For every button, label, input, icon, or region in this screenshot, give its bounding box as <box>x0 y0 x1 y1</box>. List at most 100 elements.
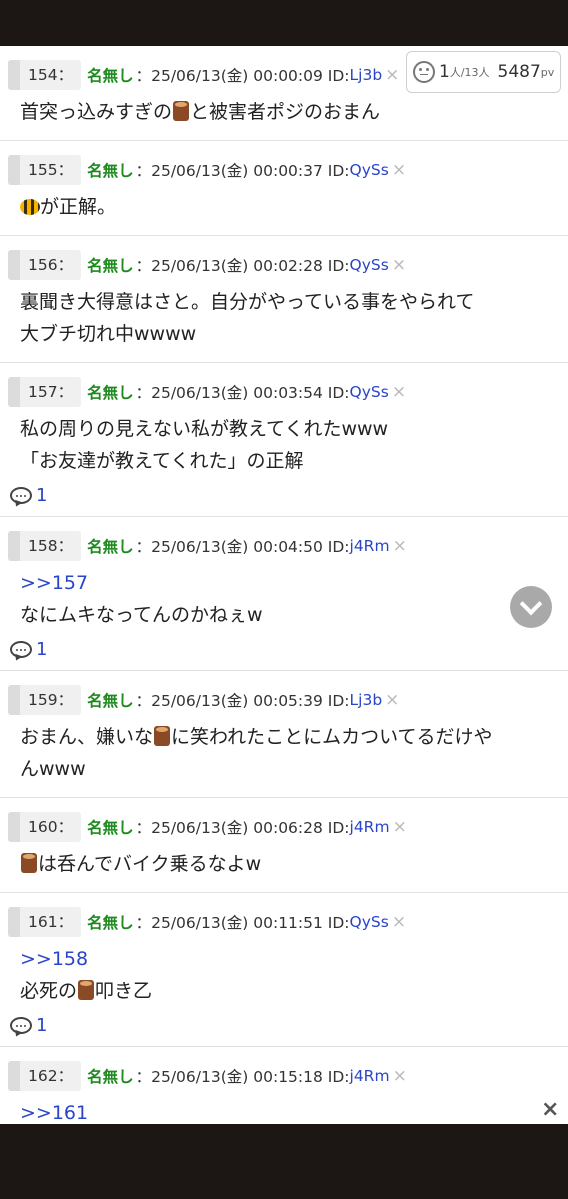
viewer-current: 1 <box>439 62 450 82</box>
post: 161： 名無し ：25/06/13(金) 00:11:51 ID: QySs × >>1… <box>0 893 568 1047</box>
poster-id[interactable]: j4Rm <box>350 1067 390 1085</box>
post-body: 裏聞き大得意はさと。自分がやっている事をやられて 大ブチ切れ中wwww <box>8 280 558 362</box>
post-meta: 160： 名無し ：25/06/13(金) 00:06:28 ID: j4Rm × <box>8 812 558 842</box>
post-text: 裏聞き大得意はさと。自分がやっている事をやられて <box>20 291 475 313</box>
post: 155： 名無し ：25/06/13(金) 00:00:37 ID: QySs × が正解… <box>0 141 568 236</box>
delete-icon[interactable]: × <box>392 255 406 275</box>
post-text: なにムキなってんのかねぇw <box>20 604 263 626</box>
post-line: 大ブチ切れ中wwww <box>20 318 558 350</box>
post-number[interactable]: 155： <box>8 155 82 185</box>
reply-anchor-link[interactable]: >>157 <box>20 567 558 599</box>
post-text: 必死の <box>20 980 78 1002</box>
post-text: んwww <box>20 758 86 780</box>
page-view-count: 5487 <box>497 62 541 82</box>
page-view-unit: pv <box>540 65 555 79</box>
post-number[interactable]: 160： <box>8 812 82 842</box>
delete-icon[interactable]: × <box>385 690 399 710</box>
post-date: ：25/06/13(金) 00:06:28 ID: <box>135 819 350 837</box>
post-line: んwww <box>20 753 558 785</box>
reply-count-link[interactable]: 1 <box>8 639 558 670</box>
post-body: >>161叩きじゃなくて事実w 酒のんでバイク乗ってることわ <box>8 1091 558 1124</box>
delete-icon[interactable]: × <box>392 382 406 402</box>
bee-emoji-icon <box>20 199 40 215</box>
post-body: おまん、嫌いな に笑われたことにムカついてるだけやんwww <box>8 715 558 797</box>
poster-id[interactable]: Lj3b <box>350 691 383 709</box>
post-meta: 161： 名無し ：25/06/13(金) 00:11:51 ID: QySs × <box>8 907 558 937</box>
post-date: ：25/06/13(金) 00:02:28 ID: <box>135 257 350 275</box>
reply-anchor-link[interactable]: >>161 <box>20 1097 558 1124</box>
post: 157： 名無し ：25/06/13(金) 00:03:54 ID: QySs × 私の周… <box>0 363 568 517</box>
post-meta: 159： 名無し ：25/06/13(金) 00:05:39 ID: Lj3b × <box>8 685 558 715</box>
reply-count-link[interactable]: 1 <box>8 485 558 516</box>
poster-name: 名無し <box>87 1068 134 1086</box>
poster-id[interactable]: Lj3b <box>350 66 383 84</box>
post-number[interactable]: 157： <box>8 377 82 407</box>
post: 156： 名無し ：25/06/13(金) 00:02:28 ID: QySs × 裏聞き… <box>0 236 568 363</box>
comment-bubble-icon <box>10 1017 32 1034</box>
reply-count-link[interactable]: 1 <box>8 1015 558 1046</box>
post-date: ：25/06/13(金) 00:00:37 ID: <box>135 162 350 180</box>
poster-name: 名無し <box>87 692 134 710</box>
delete-icon[interactable]: × <box>385 65 399 85</box>
post-line: 私の周りの見えない私が教えてくれたwww <box>20 413 558 445</box>
post-line: 裏聞き大得意はさと。自分がやっている事をやられて <box>20 286 558 318</box>
post-line: が正解。 <box>20 191 558 223</box>
post-number[interactable]: 159： <box>8 685 82 715</box>
reply-count: 1 <box>36 485 48 506</box>
poster-id[interactable]: QySs <box>350 161 389 179</box>
post: 159： 名無し ：25/06/13(金) 00:05:39 ID: Lj3b × おまん… <box>0 671 568 798</box>
post-meta: 158： 名無し ：25/06/13(金) 00:04:50 ID: j4Rm × <box>8 531 558 561</box>
post-number[interactable]: 161： <box>8 907 82 937</box>
log-emoji-icon <box>173 101 190 121</box>
top-bar <box>0 0 568 46</box>
post-text: 大ブチ切れ中wwww <box>20 323 197 345</box>
post-body: 首突っ込みすぎの と被害者ポジのおまん <box>8 90 558 140</box>
poster-id[interactable]: QySs <box>350 913 389 931</box>
scroll-down-button[interactable] <box>510 586 552 628</box>
post-number[interactable]: 158： <box>8 531 82 561</box>
poster-id[interactable]: j4Rm <box>350 818 390 836</box>
post: 162： 名無し ：25/06/13(金) 00:15:18 ID: j4Rm × >>1… <box>0 1047 568 1124</box>
delete-icon[interactable]: × <box>392 912 406 932</box>
log-emoji-icon <box>78 980 95 1000</box>
post-body: 私の周りの見えない私が教えてくれたwww 「お友達が教えてくれた」の正解 <box>8 407 558 489</box>
poster-name: 名無し <box>87 384 134 402</box>
delete-icon[interactable]: × <box>392 160 406 180</box>
comment-bubble-icon <box>10 487 32 504</box>
poster-name: 名無し <box>87 257 134 275</box>
comment-bubble-icon <box>10 641 32 658</box>
post-line: おまん、嫌いな に笑われたことにムカついてるだけや <box>20 721 558 753</box>
poster-id[interactable]: QySs <box>350 256 389 274</box>
post-body: >>157 なにムキなってんのかねぇw <box>8 561 558 643</box>
poster-id[interactable]: j4Rm <box>350 537 390 555</box>
delete-icon[interactable]: × <box>393 536 407 556</box>
post-body: は呑んでバイク乗るなよw <box>8 842 558 892</box>
post-body: >>158 必死の 叩き乙 <box>8 937 558 1019</box>
post-text: 私の周りの見えない私が教えてくれたwww <box>20 418 389 440</box>
reply-anchor-link[interactable]: >>158 <box>20 943 558 975</box>
poster-name: 名無し <box>87 67 134 85</box>
post-line: 首突っ込みすぎの と被害者ポジのおまん <box>20 96 558 128</box>
post-body: が正解。 <box>8 185 558 235</box>
thread-content: 154： 名無し ：25/06/13(金) 00:00:09 ID: Lj3b × 首突っ… <box>0 46 568 1124</box>
reply-count: 1 <box>36 639 48 660</box>
post-number[interactable]: 156： <box>8 250 82 280</box>
close-icon[interactable]: × <box>541 1097 559 1122</box>
log-emoji-icon <box>21 853 37 873</box>
post-line: 必死の 叩き乙 <box>20 975 558 1007</box>
post-text: 「お友達が教えてくれた」の正解 <box>20 450 304 472</box>
post: 160： 名無し ：25/06/13(金) 00:06:28 ID: j4Rm × は呑ん… <box>0 798 568 893</box>
delete-icon[interactable]: × <box>393 817 407 837</box>
poster-name: 名無し <box>87 538 134 556</box>
poster-id[interactable]: QySs <box>350 383 389 401</box>
post-number[interactable]: 154： <box>8 60 82 90</box>
post-number[interactable]: 162： <box>8 1061 82 1091</box>
post-line: なにムキなってんのかねぇw <box>20 599 558 631</box>
post-meta: 155： 名無し ：25/06/13(金) 00:00:37 ID: QySs × <box>8 155 558 185</box>
post-text: が正解。 <box>40 196 117 218</box>
post-date: ：25/06/13(金) 00:04:50 ID: <box>135 538 350 556</box>
log-emoji-icon <box>154 726 171 746</box>
delete-icon[interactable]: × <box>393 1066 407 1086</box>
bottom-bar <box>0 1124 568 1199</box>
poster-name: 名無し <box>87 914 134 932</box>
